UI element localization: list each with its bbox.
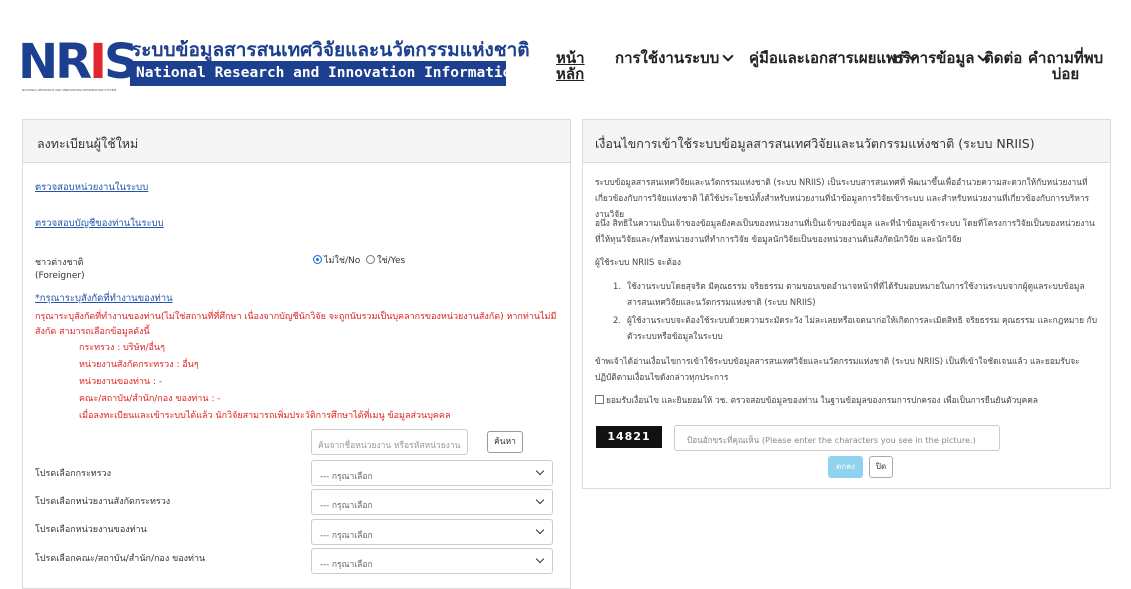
list-item: 1. ใช้งานระบบโดยสุจริต มีคุณธรรม จริยธรรม… [613, 278, 1101, 310]
sub-agency-select[interactable]: --- กรุณาเลือก [311, 489, 553, 515]
captcha-image: 14821 [596, 426, 662, 448]
logo-subtitle: NATIONAL RESEARCH AND INNOVATION INFORMA… [22, 88, 117, 92]
consent-row: ยอมรับเงื่อนไข และยินยอมให้ วช. ตรวจสอบข… [595, 392, 1100, 408]
nav-faq-line2: บ่อย [1051, 65, 1080, 83]
nav-usage-label: การใช้งานระบบ [615, 49, 720, 67]
consent-checkbox[interactable] [595, 395, 604, 404]
list-number: 1. [613, 281, 621, 291]
ministry-select[interactable]: --- กรุณาเลือก [311, 460, 553, 486]
list-item: กระทรวง : บริษัท/อื่นๆ [79, 343, 165, 353]
brand-title-en: National Research and Innovation Informa… [130, 61, 506, 86]
list-item-text: ผู้ใช้งานระบบจะต้องใช้ระบบด้วยความระมัดร… [627, 315, 1098, 341]
nav-services-label: บริการข้อมูล [893, 49, 975, 67]
ministry-select-label: โปรดเลือกกระทรวง [35, 469, 112, 479]
nav-manuals-label: คู่มือและเอกสารเผยแพร่ [749, 49, 905, 67]
terms-paragraph-3: ผู้ใช้ระบบ NRIIS จะต้อง [595, 257, 681, 267]
terms-rules-list: 1. ใช้งานระบบโดยสุจริต มีคุณธรรม จริยธรรม… [613, 278, 1101, 344]
list-number: 2. [613, 315, 621, 325]
logo-letter-i: I [89, 34, 107, 90]
logo-letters-nr: NR [18, 34, 92, 90]
terms-panel-title: เงื่อนไขการเข้าใช้ระบบข้อมูลสารสนเทศวิจั… [583, 120, 1110, 163]
chevron-down-icon [722, 50, 734, 62]
ok-button[interactable]: ตกลง [828, 456, 863, 478]
check-account-link[interactable]: ตรวจสอบบัญชีของท่านในระบบ [35, 216, 164, 231]
faculty-select-label: โปรดเลือกคณะ/สถาบัน/สำนัก/กอง ของท่าน [35, 554, 206, 564]
nav-contact[interactable]: ติดต่อ [984, 50, 1022, 66]
list-item: หน่วยงานของท่าน : - [79, 377, 163, 387]
agency-select-label: โปรดเลือกหน่วยงานของท่าน [35, 525, 147, 535]
foreigner-radio-group: ไม่ใช่/No ใช่/Yes [313, 253, 405, 267]
search-button[interactable]: ค้นหา [487, 431, 523, 453]
consent-label: ยอมรับเงื่อนไข และยินยอมให้ วช. ตรวจสอบข… [606, 395, 1038, 405]
agency-search-input[interactable]: ค้นจากชื่อหน่วยงาน หรือรหัสหน่วยงาน [311, 429, 468, 455]
sub-agency-select-value: --- กรุณาเลือก [320, 501, 373, 511]
register-panel: ลงทะเบียนผู้ใช้ใหม่ ตรวจสอบหน่วยงานในระบ… [22, 119, 571, 589]
nriis-logo[interactable]: NRIS [18, 38, 139, 86]
radio-no-label: ไม่ใช่/No [324, 256, 361, 266]
nav-home[interactable]: หน้า หลัก [556, 50, 585, 82]
faculty-select-value: --- กรุณาเลือก [320, 560, 373, 570]
radio-yes[interactable] [366, 255, 376, 264]
list-item: หน่วยงานสังกัดกระทรวง : อื่นๆ [79, 360, 199, 370]
site-header: NRIS NATIONAL RESEARCH AND INNOVATION IN… [0, 0, 1131, 110]
terms-paragraph-4: ข้าพเจ้าได้อ่านเงื่อนไขการเข้าใช้ระบบข้อ… [595, 356, 1080, 382]
chevron-down-icon [535, 466, 545, 476]
specify-agency-link[interactable]: *กรุณาระบุสังกัดที่ทำงานของท่าน [35, 291, 173, 306]
chevron-down-icon [535, 554, 545, 564]
nav-faq-line1: คำถามที่พบ [1028, 49, 1104, 67]
captcha-input[interactable]: ป้อนอักขระที่คุณเห็น (Please enter the c… [674, 425, 1000, 451]
radio-yes-label: ใช่/Yes [377, 256, 406, 266]
sub-agency-select-label: โปรดเลือกหน่วยงานสังกัดกระทรวง [35, 497, 171, 507]
agency-select-value: --- กรุณาเลือก [320, 531, 373, 541]
nav-home-line2: หลัก [556, 65, 585, 83]
nav-services[interactable]: บริการข้อมูล [893, 49, 990, 67]
list-item: 2. ผู้ใช้งานระบบจะต้องใช้ระบบด้วยความระมั… [613, 312, 1101, 344]
list-item: เมื่อลงทะเบียนและเข้าระบบได้แล้ว นักวิจั… [79, 411, 451, 421]
foreigner-sublabel: (Foreigner) [35, 271, 85, 281]
foreigner-label: ชาวต่างชาติ [35, 258, 84, 268]
ministry-select-value: --- กรุณาเลือก [320, 472, 373, 482]
close-button[interactable]: ปิด [869, 456, 893, 478]
terms-paragraph-2: อนึ่ง สิทธิในความเป็นเจ้าของข้อมูลยังคงเ… [595, 218, 1095, 244]
list-item-text: ใช้งานระบบโดยสุจริต มีคุณธรรม จริยธรรม ต… [627, 281, 1085, 307]
agency-select[interactable]: --- กรุณาเลือก [311, 519, 553, 545]
chevron-down-icon [535, 525, 545, 535]
radio-no[interactable] [313, 255, 322, 264]
nav-contact-label: ติดต่อ [984, 49, 1023, 67]
faculty-select[interactable]: --- กรุณาเลือก [311, 548, 553, 574]
list-item: คณะ/สถาบัน/สำนัก/กอง ของท่าน : - [79, 394, 221, 404]
nav-usage[interactable]: การใช้งานระบบ [615, 49, 734, 67]
affiliation-note: กรุณาระบุสังกัดที่ทำงานของท่าน(ไม่ใช่สถา… [35, 312, 557, 337]
nav-home-line1: หน้า [556, 49, 585, 67]
nav-manuals[interactable]: คู่มือและเอกสารเผยแพร่ [749, 49, 919, 67]
terms-panel: เงื่อนไขการเข้าใช้ระบบข้อมูลสารสนเทศวิจั… [582, 119, 1111, 489]
check-agency-link[interactable]: ตรวจสอบหน่วยงานในระบบ [35, 180, 148, 195]
register-panel-title: ลงทะเบียนผู้ใช้ใหม่ [23, 120, 570, 163]
chevron-down-icon [535, 495, 545, 505]
nav-faq[interactable]: คำถามที่พบ บ่อย [1028, 50, 1103, 82]
affiliation-options-list: กระทรวง : บริษัท/อื่นๆ หน่วยงานสังกัดกระ… [61, 340, 450, 425]
